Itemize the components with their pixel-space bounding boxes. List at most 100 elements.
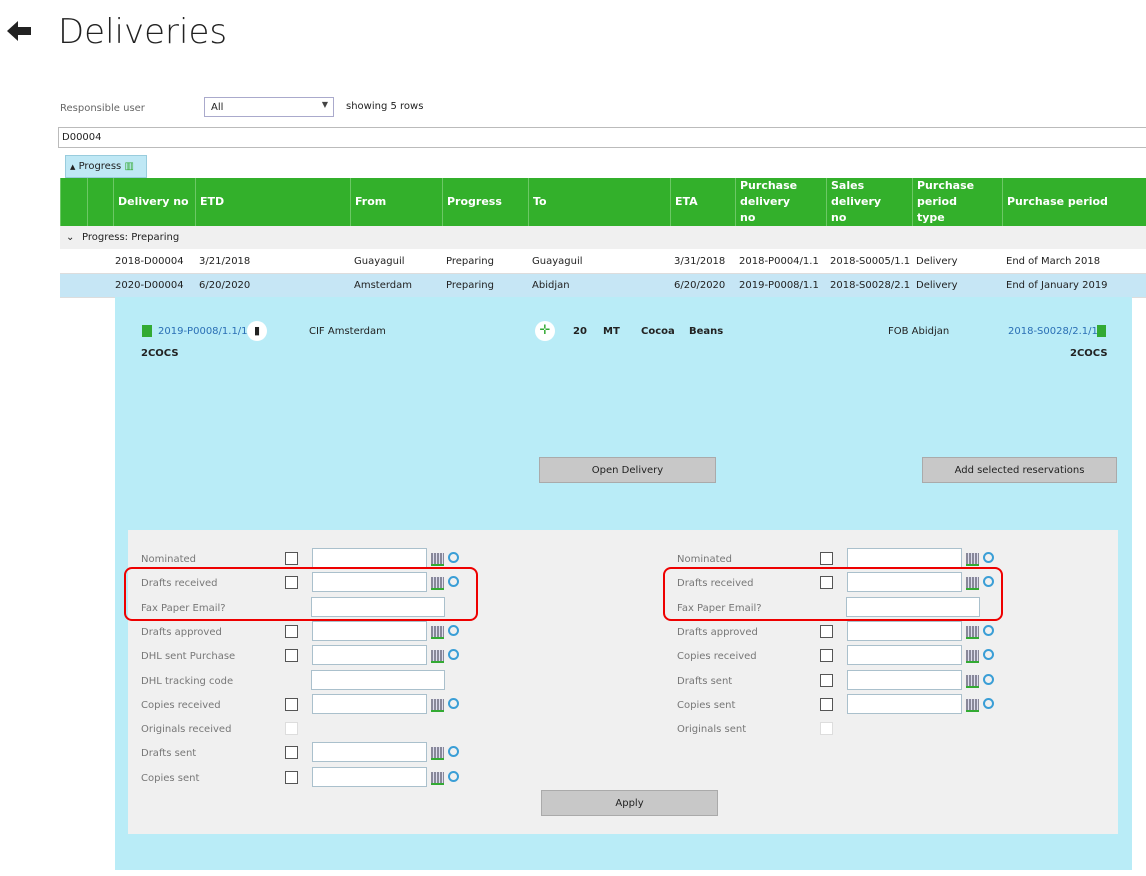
column-header-cell[interactable]: From: [350, 178, 442, 226]
calendar-icon[interactable]: [966, 674, 979, 688]
clock-icon[interactable]: [448, 552, 459, 563]
delete-icon[interactable]: ▮: [247, 321, 267, 341]
back-arrow-icon[interactable]: [4, 16, 34, 46]
checkbox[interactable]: [285, 552, 298, 565]
product-name: Cocoa: [641, 326, 675, 337]
checkbox[interactable]: [820, 624, 833, 638]
delete-icon[interactable]: ▥: [124, 161, 133, 172]
field-label: Drafts approved: [141, 626, 222, 638]
calendar-icon[interactable]: [966, 698, 979, 712]
document-icon: [1097, 325, 1106, 337]
responsible-user-label: Responsible user: [60, 103, 145, 114]
date-input[interactable]: [312, 645, 427, 666]
date-input[interactable]: [312, 693, 427, 714]
date-input[interactable]: [847, 620, 962, 641]
table-cell: Delivery: [916, 256, 958, 267]
column-header: ETD: [200, 195, 225, 208]
table-cell: Preparing: [446, 280, 494, 291]
apply-button[interactable]: Apply: [541, 790, 718, 816]
group-row[interactable]: ⌄ Progress: Preparing: [60, 226, 1146, 249]
page-title: Deliveries: [58, 12, 228, 52]
table-cell: Guayaguil: [354, 256, 405, 267]
checkbox[interactable]: [285, 770, 298, 784]
text-input[interactable]: [311, 669, 445, 690]
clock-icon[interactable]: [983, 673, 994, 685]
field-label: Originals received: [141, 724, 232, 736]
date-input[interactable]: [312, 548, 427, 568]
column-header-cell[interactable]: Purchase delivery no: [735, 178, 826, 226]
calendar-icon[interactable]: [966, 650, 979, 664]
table-cell: 6/20/2020: [674, 280, 726, 291]
open-delivery-button[interactable]: Open Delivery: [539, 457, 716, 483]
select-value: All: [211, 102, 224, 113]
search-input[interactable]: D00004: [58, 127, 1146, 148]
sales-link[interactable]: 2018-S0028/2.1/1: [1008, 326, 1098, 337]
table-cell: End of January 2019: [1006, 280, 1108, 291]
checkbox[interactable]: [285, 746, 298, 760]
date-input[interactable]: [312, 742, 427, 763]
calendar-icon[interactable]: [431, 650, 444, 664]
date-input[interactable]: [847, 548, 962, 568]
field-label: Drafts sent: [141, 748, 197, 760]
column-header: Progress: [447, 195, 502, 208]
checkbox[interactable]: [820, 697, 833, 711]
column-header-cell[interactable]: Purchase period type: [912, 178, 1002, 226]
date-input[interactable]: [312, 766, 427, 787]
clock-icon[interactable]: [448, 770, 459, 782]
column-header-cell[interactable]: To: [528, 178, 670, 226]
rows-info: showing 5 rows: [346, 101, 424, 112]
purchase-link[interactable]: 2019-P0008/1.1/1: [158, 326, 248, 337]
clock-icon[interactable]: [983, 624, 994, 636]
header-cell-blank: [87, 178, 113, 226]
field-label: Drafts sent: [677, 675, 733, 687]
date-input[interactable]: [847, 693, 962, 714]
table-cell: 2018-D00004: [115, 256, 184, 267]
calendar-icon[interactable]: [431, 625, 444, 639]
date-input[interactable]: [847, 669, 962, 690]
column-header-cell[interactable]: ETD: [195, 178, 350, 226]
checkbox[interactable]: [285, 649, 298, 663]
calendar-icon[interactable]: [431, 747, 444, 761]
table-cell: Preparing: [446, 256, 494, 267]
responsible-user-select[interactable]: All ▼: [204, 97, 334, 117]
clock-icon[interactable]: [983, 552, 994, 563]
table-header: Delivery no ETD From Progress To ETA Purchase …: [60, 178, 1146, 226]
clock-icon[interactable]: [448, 624, 459, 636]
unit: MT: [603, 326, 620, 337]
table-cell: 2018-S0028/2.1: [830, 280, 911, 291]
column-header: Purchase period: [1007, 195, 1108, 208]
field-label: DHL tracking code: [141, 675, 234, 687]
checkbox[interactable]: [285, 624, 298, 638]
quantity: 20: [573, 326, 587, 337]
calendar-icon[interactable]: [431, 553, 444, 566]
table-row[interactable]: 2020-D00004 6/20/2020 Amsterdam Preparing Ab…: [60, 274, 1146, 298]
dropdown-arrow-icon: ▼: [321, 100, 328, 109]
checkbox[interactable]: [820, 552, 833, 565]
clock-icon[interactable]: [448, 697, 459, 709]
checkbox[interactable]: [820, 673, 833, 687]
group-chip-label: Progress: [78, 161, 122, 172]
table-row[interactable]: 2018-D00004 3/21/2018 Guayaguil Preparing Gu…: [60, 250, 1146, 274]
calendar-icon[interactable]: [966, 553, 979, 566]
calendar-icon[interactable]: [431, 771, 444, 785]
column-header-cell[interactable]: ETA: [670, 178, 735, 226]
checkbox[interactable]: [820, 649, 833, 663]
checkbox[interactable]: [285, 697, 298, 711]
header-cell-blank: [60, 178, 87, 226]
table-cell: 3/31/2018: [674, 256, 726, 267]
table-cell: 6/20/2020: [199, 280, 251, 291]
split-icon[interactable]: ✛: [535, 321, 555, 341]
group-chip-progress[interactable]: ▲ Progress ▥: [65, 155, 147, 178]
column-header-cell[interactable]: Progress: [442, 178, 528, 226]
field-label: Copies received: [141, 699, 221, 711]
calendar-icon[interactable]: [431, 698, 444, 712]
clock-icon[interactable]: [983, 697, 994, 709]
calendar-icon[interactable]: [966, 625, 979, 639]
table-cell: 2020-D00004: [115, 280, 184, 291]
column-header-cell[interactable]: Purchase period: [1002, 178, 1146, 226]
column-header-cell[interactable]: Delivery no: [113, 178, 195, 226]
add-reservations-button[interactable]: Add selected reservations: [922, 457, 1117, 483]
date-input[interactable]: [847, 645, 962, 666]
column-header-cell[interactable]: Sales delivery no: [826, 178, 912, 226]
date-input[interactable]: [312, 620, 427, 641]
